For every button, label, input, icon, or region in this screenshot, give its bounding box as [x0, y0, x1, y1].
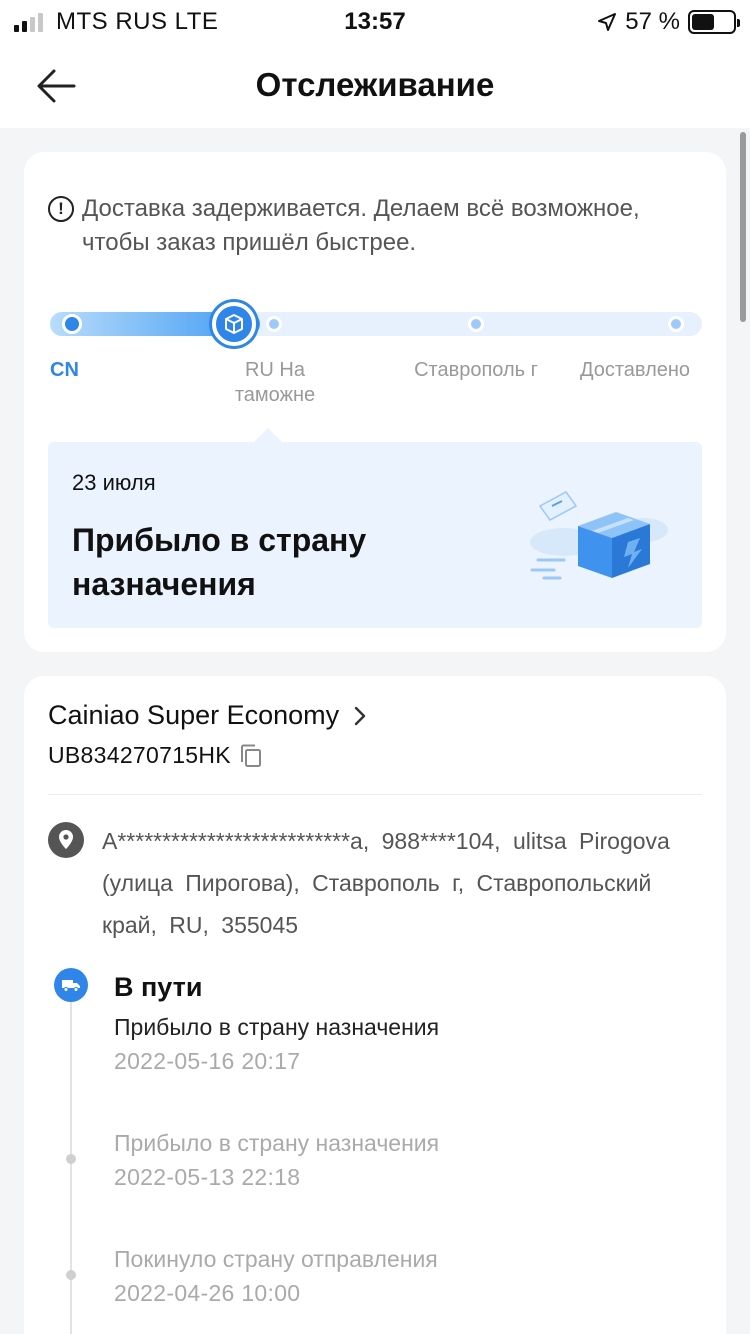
- timeline-dot: [66, 1154, 76, 1164]
- step-label-stavropol: Ставрополь г: [414, 359, 538, 381]
- timeline-event-text: Прибыло в страну назначения: [114, 1014, 440, 1040]
- timeline-event-time: 2022-05-16 20:17: [114, 1048, 301, 1074]
- timeline-current-status: В пути: [114, 972, 203, 1002]
- tracking-number: UB834270715HK: [48, 742, 231, 768]
- divider: [48, 794, 702, 795]
- step-node-small: [266, 316, 282, 332]
- timeline-event-text: Покинуло страну отправления: [114, 1246, 438, 1272]
- carrier-link[interactable]: Cainiao Super Economy: [48, 700, 367, 731]
- delivery-address: A**************************a, 988****104…: [102, 828, 670, 938]
- scrollbar[interactable]: [740, 132, 746, 322]
- chevron-right-icon: [354, 706, 366, 725]
- package-illustration: [530, 491, 668, 580]
- page-title: Отслеживание: [255, 66, 495, 103]
- step-label-delivered: Доставлено: [579, 359, 691, 381]
- tracking-number-row: UB834270715HK: [48, 742, 263, 769]
- copy-icon[interactable]: [239, 743, 263, 769]
- carrier-name: Cainiao Super Economy: [48, 700, 340, 730]
- timeline-active-dot: [54, 968, 88, 1002]
- delay-notice: ! Доставка задерживается. Делаем всё воз…: [48, 192, 688, 260]
- location-pin-icon: [48, 822, 84, 858]
- truck-icon: [62, 980, 80, 992]
- location-arrow-icon: [598, 13, 617, 31]
- event-date: 23 июля: [72, 470, 156, 495]
- box-icon: [225, 314, 243, 334]
- battery-icon: [688, 10, 740, 34]
- step-node-cn: [62, 314, 82, 334]
- shipment-details-card: Cainiao Super Economy UB834270715HK A***…: [24, 676, 726, 1334]
- step-label-customs: RU На таможне: [234, 359, 316, 406]
- timeline-dot: [66, 1270, 76, 1280]
- nav-header: Отслеживание: [0, 44, 750, 128]
- step-node-current: [212, 302, 256, 346]
- timeline-event-time: 2022-05-13 22:18: [114, 1164, 301, 1190]
- step-label-cn: CN: [50, 359, 79, 381]
- current-event-box: 23 июля Прибыло в страну назначения: [48, 428, 702, 628]
- battery-percent: 57 %: [625, 8, 680, 35]
- step-node-delivered: [668, 316, 684, 332]
- status-bar: MTS RUS LTE 13:57 57 %: [0, 0, 750, 44]
- tracking-progress-card: ! Доставка задерживается. Делаем всё воз…: [24, 152, 726, 652]
- event-pointer: [254, 428, 282, 442]
- event-title: Прибыло в страну назначения: [72, 522, 367, 602]
- exclamation-icon: !: [48, 196, 74, 222]
- timeline-event-text: Прибыло в страну назначения: [114, 1130, 440, 1156]
- step-node-stavropol: [468, 316, 484, 332]
- delay-notice-text: Доставка задерживается. Делаем всё возмо…: [82, 195, 640, 256]
- timeline-event-time: 2022-04-26 10:00: [114, 1280, 301, 1306]
